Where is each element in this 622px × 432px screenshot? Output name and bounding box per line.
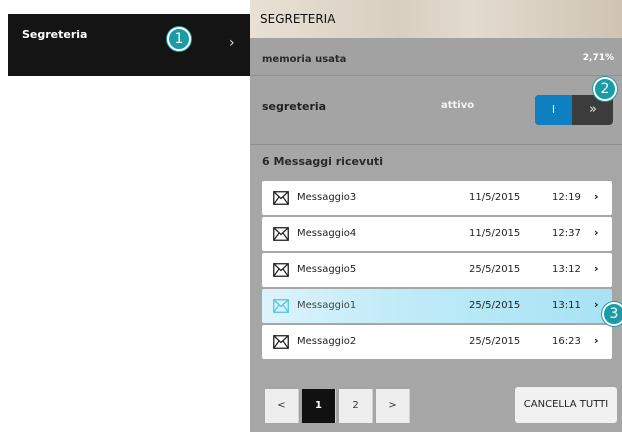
envelope-icon [273, 191, 289, 205]
message-date: 25/5/2015 [469, 264, 521, 275]
message-time: 13:12 [552, 264, 581, 275]
panel-header: SEGRETERIA [250, 0, 622, 38]
page-1-button[interactable]: 1 [302, 389, 336, 423]
message-row[interactable]: Messaggio5 25/5/2015 13:12 › [262, 253, 612, 287]
message-row-selected[interactable]: Messaggio1 25/5/2015 13:11 › [262, 289, 612, 323]
sidebar-item-segreteria[interactable]: Segreteria › [8, 14, 250, 76]
message-date: 11/5/2015 [469, 228, 521, 239]
prev-page-button[interactable]: < [265, 389, 299, 423]
callout-badge-3: 3 [602, 302, 622, 326]
next-page-button[interactable]: > [376, 389, 410, 423]
messages-count-heading: 6 Messaggi ricevuti [262, 155, 383, 168]
callout-badge-1: 1 [167, 27, 191, 51]
delete-all-button[interactable]: CANCELLA TUTTI [515, 387, 617, 423]
sidebar-item-label: Segreteria [22, 28, 88, 41]
message-name: Messaggio2 [297, 336, 357, 347]
message-row[interactable]: Messaggio2 25/5/2015 16:23 › [262, 325, 612, 359]
message-time: 12:37 [552, 228, 581, 239]
message-time: 16:23 [552, 336, 581, 347]
envelope-icon [273, 299, 289, 313]
toggle-on-indicator: I [535, 95, 572, 125]
message-date: 25/5/2015 [469, 336, 521, 347]
message-row[interactable]: Messaggio3 11/5/2015 12:19 › [262, 181, 612, 215]
chevron-right-icon: › [594, 298, 599, 311]
message-row[interactable]: Messaggio4 11/5/2015 12:37 › [262, 217, 612, 251]
chevron-right-icon: › [594, 226, 599, 239]
voicemail-label: segreteria [262, 100, 327, 113]
envelope-icon [273, 263, 289, 277]
message-date: 25/5/2015 [469, 300, 521, 311]
envelope-icon [273, 335, 289, 349]
page-title: SEGRETERIA [260, 12, 336, 26]
message-list: Messaggio3 11/5/2015 12:19 › Messaggio4 … [262, 181, 612, 361]
voicemail-toggle-row: segreteria attivo I » [250, 76, 622, 145]
voicemail-status: attivo [441, 100, 475, 111]
message-date: 11/5/2015 [469, 192, 521, 203]
chevron-right-icon: › [594, 262, 599, 275]
message-time: 13:11 [552, 300, 581, 311]
message-name: Messaggio4 [297, 228, 357, 239]
message-name: Messaggio5 [297, 264, 357, 275]
memory-usage-value: 2,71% [582, 53, 614, 63]
envelope-icon [273, 227, 289, 241]
chevron-right-icon: › [594, 190, 599, 203]
memory-usage-row: memoria usata 2,71% [250, 38, 622, 76]
message-name: Messaggio1 [297, 300, 357, 311]
message-name: Messaggio3 [297, 192, 357, 203]
voicemail-panel: SEGRETERIA memoria usata 2,71% segreteri… [250, 0, 622, 432]
chevron-right-icon: › [229, 35, 235, 51]
message-time: 12:19 [552, 192, 581, 203]
page-2-button[interactable]: 2 [339, 389, 373, 423]
callout-badge-2: 2 [593, 77, 617, 101]
chevron-right-icon: › [594, 334, 599, 347]
memory-usage-label: memoria usata [262, 54, 347, 65]
